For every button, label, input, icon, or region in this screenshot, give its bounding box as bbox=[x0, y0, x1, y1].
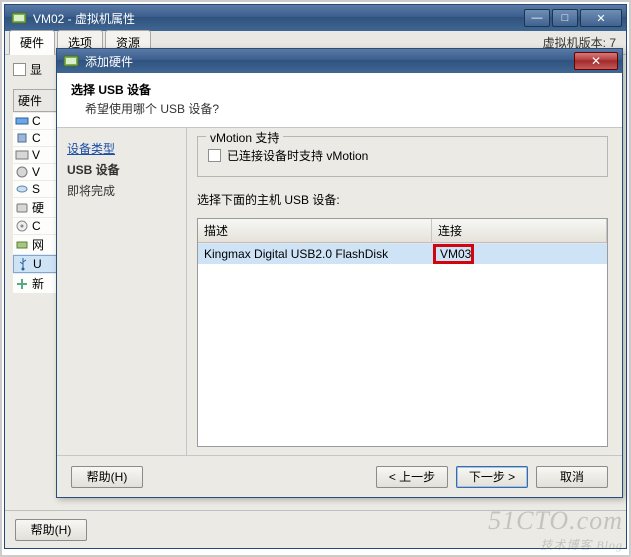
dialog-head-title: 选择 USB 设备 bbox=[71, 81, 608, 98]
add-hardware-dialog: 添加硬件 ✕ 选择 USB 设备 希望使用哪个 USB 设备? 设备类型 USB… bbox=[56, 48, 623, 498]
vmci-icon bbox=[15, 165, 29, 179]
step-finish: 即将完成 bbox=[67, 180, 176, 201]
cell-description: Kingmax Digital USB2.0 FlashDisk bbox=[198, 244, 432, 264]
nic-icon bbox=[15, 238, 29, 252]
next-button[interactable]: 下一步 > bbox=[456, 466, 528, 488]
dialog-footer: 帮助(H) < 上一步 下一步 > 取消 bbox=[57, 455, 622, 497]
tab-hardware[interactable]: 硬件 bbox=[9, 30, 55, 55]
dialog-help-button[interactable]: 帮助(H) bbox=[71, 466, 143, 488]
step-device-type[interactable]: 设备类型 bbox=[67, 138, 176, 159]
dialog-main: vMotion 支持 已连接设备时支持 vMotion 选择下面的主机 USB … bbox=[187, 128, 622, 455]
memory-icon bbox=[15, 114, 29, 128]
highlight-box: VM03 bbox=[436, 247, 471, 261]
dialog-header: 选择 USB 设备 希望使用哪个 USB 设备? bbox=[57, 73, 622, 128]
back-button[interactable]: < 上一步 bbox=[376, 466, 448, 488]
maximize-button[interactable]: □ bbox=[552, 9, 578, 27]
col-description[interactable]: 描述 bbox=[198, 219, 432, 243]
scsi-icon bbox=[15, 182, 29, 196]
parent-title: VM02 - 虚拟机属性 bbox=[33, 10, 524, 27]
show-all-checkbox[interactable] bbox=[13, 63, 26, 76]
cd-icon bbox=[15, 219, 29, 233]
add-icon bbox=[15, 277, 29, 291]
parent-titlebar[interactable]: VM02 - 虚拟机属性 — □ ✕ bbox=[5, 5, 626, 31]
dialog-title: 添加硬件 bbox=[85, 53, 574, 70]
vmotion-checkbox-label: 已连接设备时支持 vMotion bbox=[227, 147, 368, 164]
table-row[interactable]: Kingmax Digital USB2.0 FlashDisk VM03 bbox=[198, 243, 607, 264]
cpu-icon bbox=[15, 131, 29, 145]
cancel-button[interactable]: 取消 bbox=[536, 466, 608, 488]
parent-help-button[interactable]: 帮助(H) bbox=[15, 519, 87, 541]
video-icon bbox=[15, 148, 29, 162]
table-header: 描述 连接 bbox=[198, 219, 607, 243]
minimize-button[interactable]: — bbox=[524, 9, 550, 27]
vmotion-groupbox: vMotion 支持 已连接设备时支持 vMotion bbox=[197, 136, 608, 177]
wizard-icon bbox=[63, 53, 79, 69]
wizard-steps: 设备类型 USB 设备 即将完成 bbox=[57, 128, 187, 455]
usb-icon bbox=[16, 257, 30, 271]
col-connection[interactable]: 连接 bbox=[432, 219, 607, 243]
dialog-close-button[interactable]: ✕ bbox=[574, 52, 618, 70]
cell-connection: VM03 bbox=[432, 244, 607, 264]
show-all-label: 显 bbox=[30, 61, 42, 78]
vmotion-legend: vMotion 支持 bbox=[206, 129, 283, 146]
vm-icon bbox=[11, 10, 27, 26]
vmotion-checkbox[interactable] bbox=[208, 149, 221, 162]
dialog-head-subtitle: 希望使用哪个 USB 设备? bbox=[71, 100, 608, 117]
close-button[interactable]: ✕ bbox=[580, 9, 622, 27]
select-usb-label: 选择下面的主机 USB 设备: bbox=[197, 191, 608, 208]
dialog-titlebar[interactable]: 添加硬件 ✕ bbox=[57, 49, 622, 73]
disk-icon bbox=[15, 201, 29, 215]
dialog-body: 设备类型 USB 设备 即将完成 vMotion 支持 已连接设备时支持 vMo… bbox=[57, 128, 622, 455]
usb-device-table: 描述 连接 Kingmax Digital USB2.0 FlashDisk V… bbox=[197, 218, 608, 447]
parent-footer: 帮助(H) bbox=[5, 510, 626, 548]
step-usb-device: USB 设备 bbox=[67, 159, 176, 180]
parent-window-controls: — □ ✕ bbox=[524, 9, 622, 27]
